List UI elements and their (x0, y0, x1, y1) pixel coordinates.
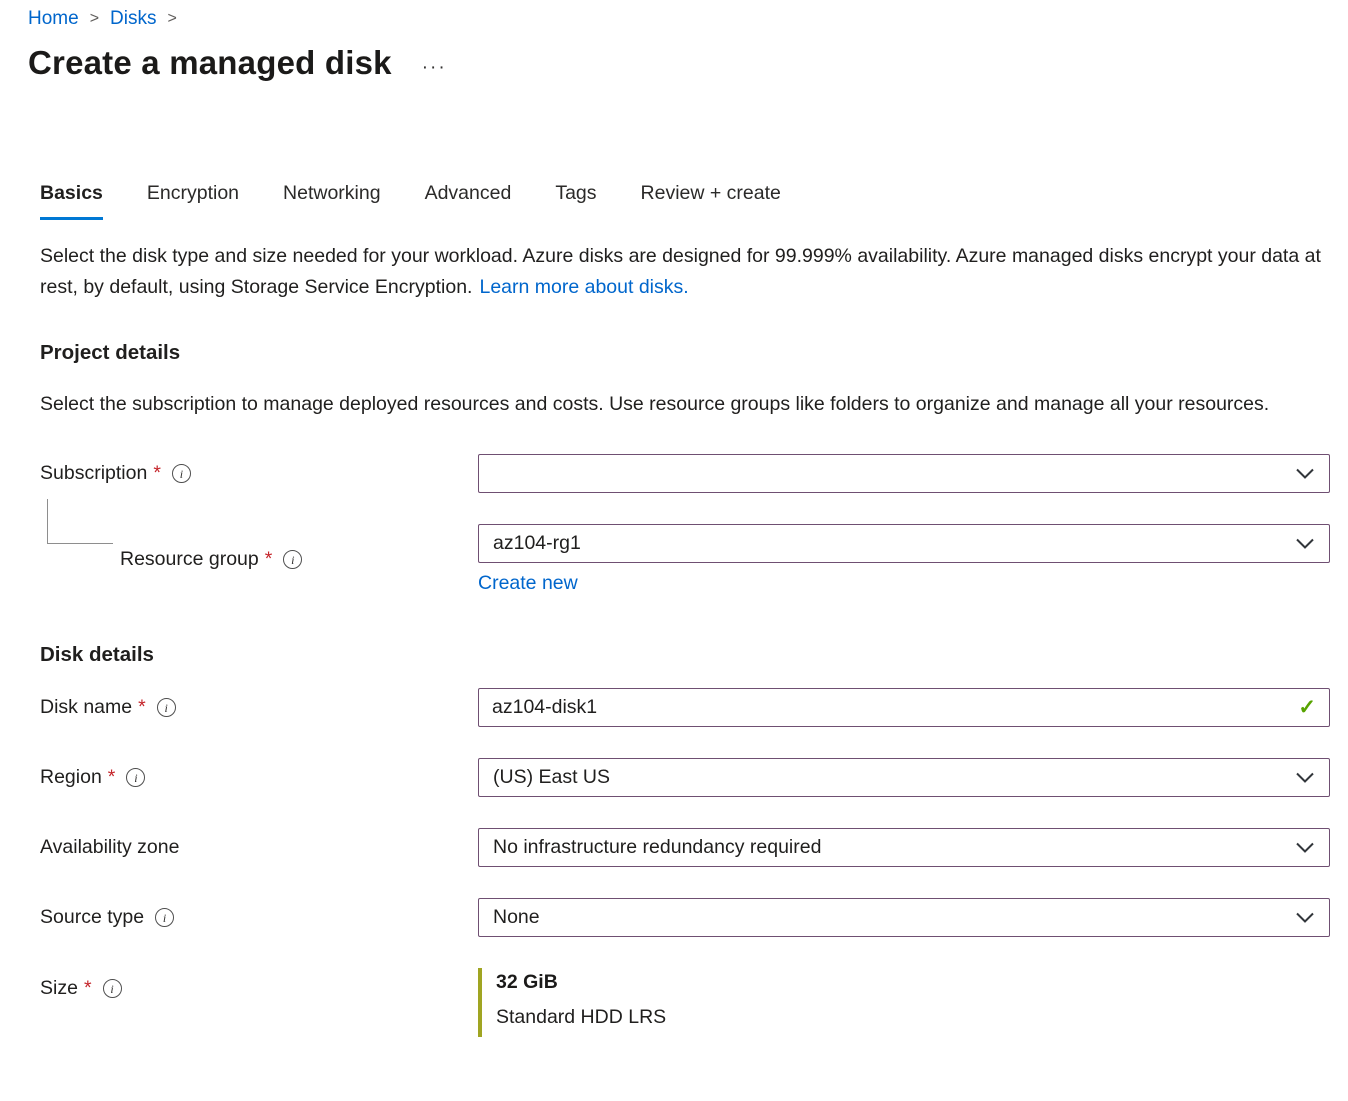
disk-name-control: ✓ (478, 688, 1330, 727)
subscription-control (478, 454, 1330, 493)
page-header: Create a managed disk ··· (28, 44, 1330, 82)
source-type-value: None (493, 906, 540, 929)
subscription-group: Subscription * i Resource group * i (40, 454, 1330, 595)
subscription-label: Subscription (40, 462, 147, 485)
project-details-description: Select the subscription to manage deploy… (40, 389, 1325, 420)
create-new-resource-group-link[interactable]: Create new (478, 572, 578, 594)
resource-group-connector-line (47, 499, 113, 544)
tab-bar: Basics Encryption Networking Advanced Ta… (40, 182, 1330, 220)
source-type-label: Source type (40, 906, 144, 929)
source-type-control: None (478, 898, 1330, 937)
breadcrumb-separator: > (167, 10, 176, 28)
chevron-down-icon (1295, 538, 1315, 550)
resource-group-label-group: Resource group * i (40, 548, 478, 571)
resource-group-dropdown[interactable]: az104-rg1 (478, 524, 1330, 563)
tab-encryption[interactable]: Encryption (147, 182, 239, 220)
main-content: Basics Encryption Networking Advanced Ta… (40, 182, 1330, 1037)
availability-zone-row: Availability zone No infrastructure redu… (40, 828, 1330, 867)
size-sku: Standard HDD LRS (496, 1006, 1330, 1029)
info-icon[interactable]: i (172, 464, 191, 483)
breadcrumb-separator: > (90, 10, 99, 28)
availability-zone-control: No infrastructure redundancy required (478, 828, 1330, 867)
disk-name-label-group: Disk name * i (40, 696, 478, 719)
intro-text: Select the disk type and size needed for… (40, 241, 1325, 303)
disk-details-heading: Disk details (40, 643, 1330, 667)
chevron-down-icon (1295, 912, 1315, 924)
info-icon[interactable]: i (283, 550, 302, 569)
availability-zone-dropdown[interactable]: No infrastructure redundancy required (478, 828, 1330, 867)
resource-group-control: az104-rg1 Create new (478, 524, 1330, 595)
availability-zone-value: No infrastructure redundancy required (493, 836, 821, 859)
region-dropdown[interactable]: (US) East US (478, 758, 1330, 797)
info-icon[interactable]: i (103, 979, 122, 998)
disk-name-row: Disk name * i ✓ (40, 688, 1330, 727)
region-label-group: Region * i (40, 766, 478, 789)
tab-advanced[interactable]: Advanced (425, 182, 512, 220)
source-type-row: Source type i None (40, 898, 1330, 937)
availability-zone-label: Availability zone (40, 836, 179, 859)
size-label: Size (40, 977, 78, 1000)
info-icon[interactable]: i (157, 698, 176, 717)
info-icon[interactable]: i (126, 768, 145, 787)
required-marker: * (108, 766, 116, 789)
region-control: (US) East US (478, 758, 1330, 797)
chevron-down-icon (1295, 842, 1315, 854)
tab-tags[interactable]: Tags (555, 182, 596, 220)
size-control: 32 GiB Standard HDD LRS (478, 968, 1330, 1037)
valid-checkmark-icon: ✓ (1298, 695, 1316, 720)
resource-group-row: Resource group * i az104-rg1 Create new (40, 524, 1330, 595)
region-label: Region (40, 766, 102, 789)
chevron-down-icon (1295, 468, 1315, 480)
resource-group-value: az104-rg1 (493, 532, 581, 555)
size-row: Size * i 32 GiB Standard HDD LRS (40, 968, 1330, 1037)
size-label-group: Size * i (40, 968, 478, 1000)
disk-name-input[interactable] (478, 688, 1330, 727)
create-new-row: Create new (478, 572, 1330, 595)
tab-networking[interactable]: Networking (283, 182, 381, 220)
more-options-button[interactable]: ··· (422, 47, 447, 79)
tab-basics[interactable]: Basics (40, 182, 103, 220)
breadcrumb-disks-link[interactable]: Disks (110, 8, 156, 30)
create-managed-disk-page: Home > Disks > Create a managed disk ···… (0, 0, 1348, 1037)
region-value: (US) East US (493, 766, 610, 789)
required-marker: * (84, 977, 92, 1000)
required-marker: * (138, 696, 146, 719)
size-summary[interactable]: 32 GiB Standard HDD LRS (478, 968, 1330, 1037)
resource-group-label: Resource group (120, 548, 259, 571)
availability-zone-label-group: Availability zone (40, 836, 478, 859)
tab-review-create[interactable]: Review + create (641, 182, 781, 220)
chevron-down-icon (1295, 772, 1315, 784)
project-details-heading: Project details (40, 341, 1330, 365)
subscription-row: Subscription * i (40, 454, 1330, 493)
breadcrumb-home-link[interactable]: Home (28, 8, 79, 30)
region-row: Region * i (US) East US (40, 758, 1330, 797)
page-title: Create a managed disk (28, 44, 392, 82)
subscription-label-group: Subscription * i (40, 462, 478, 485)
source-type-label-group: Source type i (40, 906, 478, 929)
learn-more-disks-link[interactable]: Learn more about disks. (479, 276, 688, 298)
source-type-dropdown[interactable]: None (478, 898, 1330, 937)
info-icon[interactable]: i (155, 908, 174, 927)
required-marker: * (153, 462, 161, 485)
subscription-dropdown[interactable] (478, 454, 1330, 493)
size-value: 32 GiB (496, 971, 1330, 994)
disk-name-label: Disk name (40, 696, 132, 719)
required-marker: * (265, 548, 273, 571)
breadcrumb: Home > Disks > (28, 8, 1330, 30)
